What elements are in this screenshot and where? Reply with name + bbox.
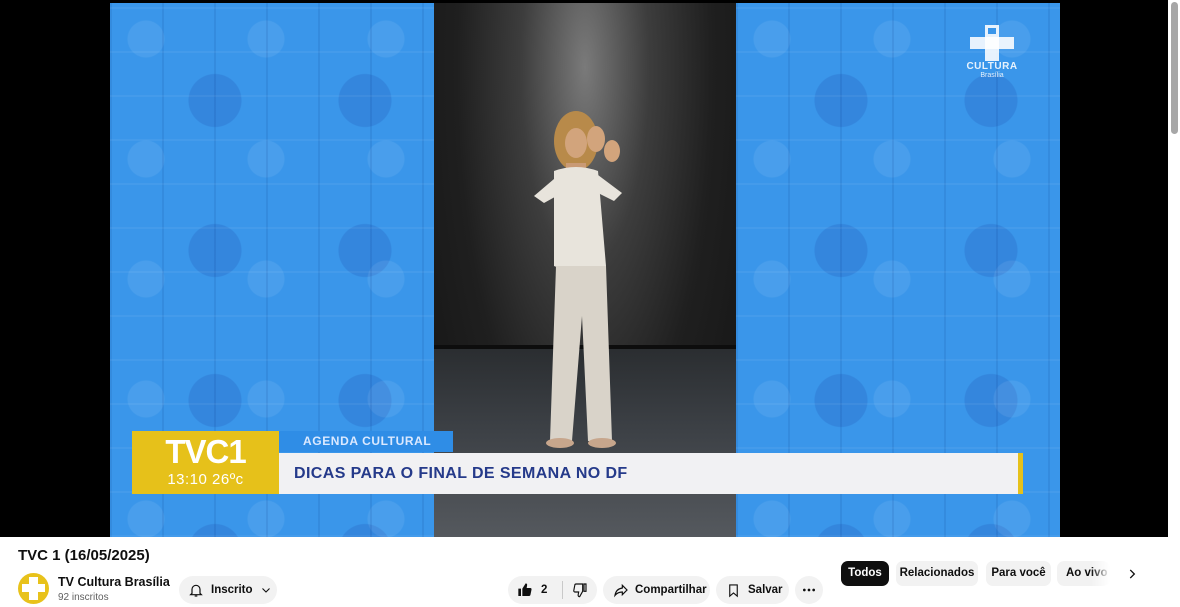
chip-live[interactable]: Ao vivo <box>1057 561 1110 586</box>
thumbs-down-icon <box>573 583 587 598</box>
program-badge: TVC1 13:10 26ºc <box>132 431 279 494</box>
more-actions-button[interactable] <box>795 576 823 604</box>
cultura-cross-icon <box>970 25 1014 61</box>
video-frame[interactable]: CULTURA Brasília TVC1 13:10 26ºc AGENDA … <box>110 3 1060 537</box>
share-label: Compartilhar <box>635 584 707 596</box>
like-button[interactable]: 2 <box>508 576 562 604</box>
program-name: TVC1 <box>165 433 246 470</box>
headline-bar: DICAS PARA O FINAL DE SEMANA NO DF <box>279 453 1023 494</box>
thumbs-up-icon <box>518 583 532 596</box>
subscriber-count: 92 inscritos <box>58 592 109 603</box>
dancer-figure <box>534 111 622 448</box>
more-horizontal-icon <box>803 588 815 592</box>
video-player[interactable]: CULTURA Brasília TVC1 13:10 26ºc AGENDA … <box>0 0 1168 537</box>
chips-next-button[interactable] <box>1119 561 1144 586</box>
chip-for-you[interactable]: Para você <box>986 561 1051 586</box>
share-arrow-icon <box>614 583 628 598</box>
bell-icon <box>189 584 203 597</box>
logo-wordmark: CULTURA <box>966 61 1018 72</box>
subscribed-button[interactable]: Inscrito <box>179 576 277 604</box>
watch-page: CULTURA Brasília TVC1 13:10 26ºc AGENDA … <box>0 0 1180 607</box>
chevron-down-icon <box>261 588 270 593</box>
channel-avatar[interactable] <box>18 573 49 604</box>
segment-tag: AGENDA CULTURAL <box>279 431 453 452</box>
like-count: 2 <box>541 584 548 596</box>
chevron-right-icon <box>1129 568 1135 579</box>
video-title: TVC 1 (16/05/2025) <box>18 547 150 564</box>
headline-accent <box>1018 453 1023 494</box>
cultura-avatar-icon <box>22 577 45 600</box>
like-dislike-group: 2 <box>508 576 597 604</box>
bookmark-icon <box>729 583 738 597</box>
chip-related[interactable]: Relacionados <box>896 561 978 586</box>
subscribe-label: Inscrito <box>211 584 253 596</box>
channel-name[interactable]: TV Cultura Brasília <box>58 575 170 589</box>
share-button[interactable]: Compartilhar <box>603 576 710 604</box>
save-button[interactable]: Salvar <box>716 576 789 604</box>
tv-cultura-logo: CULTURA Brasília <box>960 25 1024 91</box>
scrollbar-thumb[interactable] <box>1171 2 1178 134</box>
logo-subtitle: Brasília <box>980 72 1004 79</box>
save-label: Salvar <box>748 584 783 596</box>
chip-all[interactable]: Todos <box>841 561 889 586</box>
time-temperature: 13:10 26ºc <box>167 471 244 488</box>
dislike-button[interactable] <box>563 576 597 604</box>
